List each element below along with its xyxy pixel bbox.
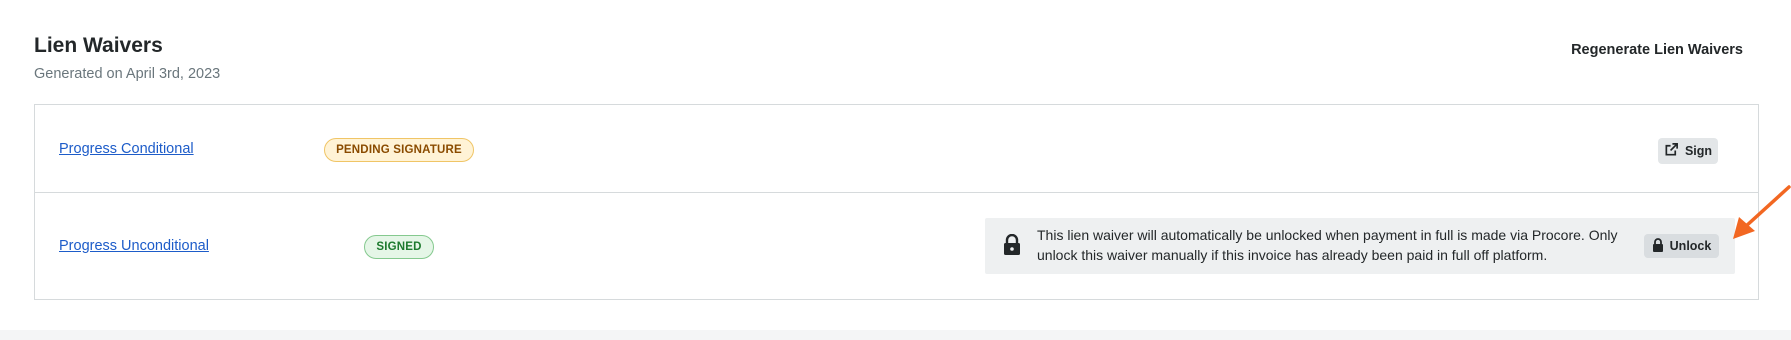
- lien-waivers-section: Lien Waivers Generated on April 3rd, 202…: [0, 0, 1791, 330]
- sign-button-label: Sign: [1684, 144, 1713, 158]
- lock-icon: [1652, 237, 1664, 255]
- lien-waivers-table: Progress Conditional PENDING SIGNATURE S…: [34, 104, 1759, 300]
- lock-icon: [1003, 233, 1021, 256]
- table-row: Progress Unconditional SIGNED This lien …: [35, 193, 1758, 300]
- regenerate-lien-waivers-button[interactable]: Regenerate Lien Waivers: [1565, 40, 1749, 60]
- status-badge-signed: SIGNED: [364, 235, 434, 259]
- waiver-link-progress-unconditional[interactable]: Progress Unconditional: [59, 238, 209, 254]
- sign-button[interactable]: Sign: [1658, 138, 1718, 164]
- unlock-notice-text: This lien waiver will automatically be u…: [1037, 227, 1618, 263]
- status-badge-pending: PENDING SIGNATURE: [324, 138, 474, 162]
- external-link-icon: [1664, 142, 1679, 160]
- unlock-button[interactable]: Unlock: [1644, 234, 1719, 258]
- annotation-arrow-icon: [1733, 185, 1791, 239]
- unlock-button-label: Unlock: [1669, 239, 1712, 253]
- table-row: Progress Conditional PENDING SIGNATURE S…: [35, 105, 1758, 193]
- waiver-link-progress-conditional[interactable]: Progress Conditional: [59, 141, 194, 157]
- page-title: Lien Waivers: [34, 34, 163, 57]
- unlock-notice: This lien waiver will automatically be u…: [985, 218, 1735, 274]
- generated-date: Generated on April 3rd, 2023: [34, 66, 221, 82]
- section-divider: [0, 330, 1791, 340]
